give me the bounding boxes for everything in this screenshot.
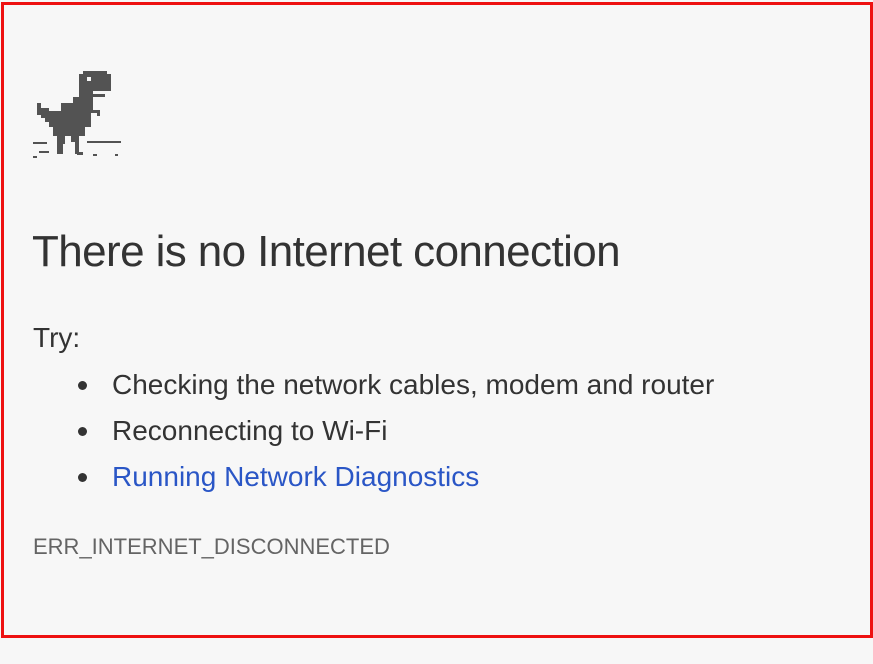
bullet-icon — [78, 381, 87, 390]
try-label: Try: — [33, 322, 81, 353]
suggestion-item: Checking the network cables, modem and r… — [74, 366, 714, 412]
bullet-icon — [78, 473, 87, 482]
page-title: There is no Internet connection — [32, 227, 621, 276]
network-diagnostics-link[interactable]: Running Network Diagnostics — [112, 461, 479, 492]
suggestion-item: Reconnecting to Wi-Fi — [74, 412, 714, 458]
bullet-icon — [78, 427, 87, 436]
error-page-frame: There is no Internet connection Try: Che… — [1, 2, 873, 638]
suggestions-list: Checking the network cables, modem and r… — [74, 366, 714, 504]
suggestion-item: Running Network Diagnostics — [74, 458, 714, 504]
suggestion-text: Checking the network cables, modem and r… — [112, 369, 715, 400]
offline-dinosaur-icon — [31, 68, 123, 165]
error-code: ERR_INTERNET_DISCONNECTED — [33, 534, 390, 559]
suggestion-text: Reconnecting to Wi-Fi — [112, 415, 388, 446]
